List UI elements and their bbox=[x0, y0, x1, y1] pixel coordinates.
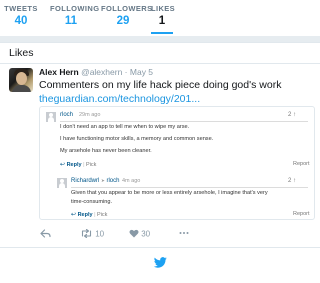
heart-icon bbox=[129, 230, 139, 238]
reply-recommend-count: 2 ↑ bbox=[288, 178, 296, 184]
comment-line: I have functioning motor skills, a memor… bbox=[60, 136, 214, 142]
twitter-bird-icon[interactable] bbox=[153, 255, 167, 273]
comment-count-value: 2 bbox=[288, 112, 292, 118]
tweet-date[interactable]: May 5 bbox=[130, 67, 153, 77]
profile-stats-bar: TWEETS 40 FOLLOWING 11 FOLLOWERS 29 LIKE… bbox=[0, 0, 320, 37]
embedded-comment-image[interactable]: rloch 29m ago 2 ↑ I don't need an app to… bbox=[39, 106, 315, 220]
up-arrow-icon: ↑ bbox=[293, 112, 297, 118]
comment-actions: ↩ Reply | Pick bbox=[60, 162, 97, 168]
stat-tweets-count: 40 bbox=[14, 15, 28, 27]
reply-header: Richardwrl ➤ rloch bbox=[71, 178, 119, 184]
comment-line: I don't need an app to tell me when to w… bbox=[60, 124, 190, 130]
retweet-count: 10 bbox=[95, 229, 105, 239]
stat-following-count: 11 bbox=[64, 15, 78, 27]
reply-actions: ↩ Reply | Pick bbox=[71, 212, 108, 218]
comment-pick-link: Pick bbox=[86, 162, 97, 168]
up-arrow-icon: ↑ bbox=[293, 178, 297, 184]
tweet-separator: · bbox=[124, 67, 128, 77]
like-button[interactable]: 30 bbox=[129, 229, 150, 238]
avatar[interactable] bbox=[9, 68, 33, 92]
stat-followers-count: 29 bbox=[116, 15, 130, 27]
stat-likes[interactable]: LIKES 1 bbox=[151, 4, 176, 34]
reply-report-link: Report bbox=[293, 211, 310, 217]
reply-pick-link: Pick bbox=[97, 212, 108, 218]
retweet-button[interactable]: 10 bbox=[80, 229, 105, 239]
comment-recommend-count: 2 ↑ bbox=[288, 112, 296, 118]
reply-divider bbox=[71, 187, 308, 188]
comment-username: rloch bbox=[60, 112, 74, 118]
tweet-text: Commenters on my life hack piece doing g… bbox=[39, 79, 282, 91]
comment-divider bbox=[60, 121, 308, 122]
stat-tweets[interactable]: TWEETS 40 bbox=[4, 4, 38, 29]
stat-following-label: FOLLOWING bbox=[50, 4, 100, 13]
stat-followers[interactable]: FOLLOWERS 29 bbox=[101, 4, 153, 29]
stat-likes-count: 1 bbox=[158, 15, 166, 27]
reply-arrow-icon: ↩ bbox=[60, 162, 66, 168]
commenter-avatar-icon bbox=[46, 112, 56, 122]
reply-icon bbox=[40, 229, 51, 238]
reply-to-username: rloch bbox=[106, 178, 120, 184]
divider bbox=[0, 247, 320, 248]
like-count: 30 bbox=[141, 229, 151, 239]
reply-username: Richardwrl bbox=[71, 178, 100, 184]
retweet-icon bbox=[81, 229, 92, 239]
panel-title: Likes bbox=[9, 47, 34, 59]
reply-reply-link: Reply bbox=[77, 212, 93, 218]
stat-followers-label: FOLLOWERS bbox=[101, 4, 153, 13]
reply-count-value: 2 bbox=[288, 178, 292, 184]
tweet-author-name[interactable]: Alex Hern bbox=[39, 67, 79, 77]
reply-line: time-consuming. bbox=[71, 199, 113, 205]
comment-reply-link: Reply bbox=[66, 162, 82, 168]
comment-time: 29m ago bbox=[79, 112, 101, 118]
stat-likes-label: LIKES bbox=[151, 4, 176, 13]
tweet-author-handle[interactable]: @alexhern bbox=[81, 67, 122, 77]
more-button[interactable] bbox=[178, 227, 190, 239]
comment-line: My arsehole has never been cleaner. bbox=[60, 148, 152, 154]
reply-arrow-icon: ↩ bbox=[71, 212, 77, 218]
tweet-header: Alex Hern @alexhern · May 5 bbox=[39, 67, 153, 77]
reply-to-arrow-icon: ➤ bbox=[101, 178, 105, 183]
stat-following[interactable]: FOLLOWING 11 bbox=[50, 4, 100, 29]
tweet-link[interactable]: theguardian.com/technology/201... bbox=[39, 93, 200, 105]
reply-button[interactable] bbox=[40, 229, 51, 238]
stat-tweets-label: TWEETS bbox=[4, 4, 38, 13]
reply-avatar-icon bbox=[57, 178, 67, 188]
reply-time: 4m ago bbox=[122, 178, 141, 184]
more-dots-icon bbox=[179, 232, 189, 234]
reply-line: Given that you appear to be more or less… bbox=[71, 190, 268, 196]
divider bbox=[0, 63, 320, 64]
comment-report-link: Report bbox=[293, 161, 310, 167]
